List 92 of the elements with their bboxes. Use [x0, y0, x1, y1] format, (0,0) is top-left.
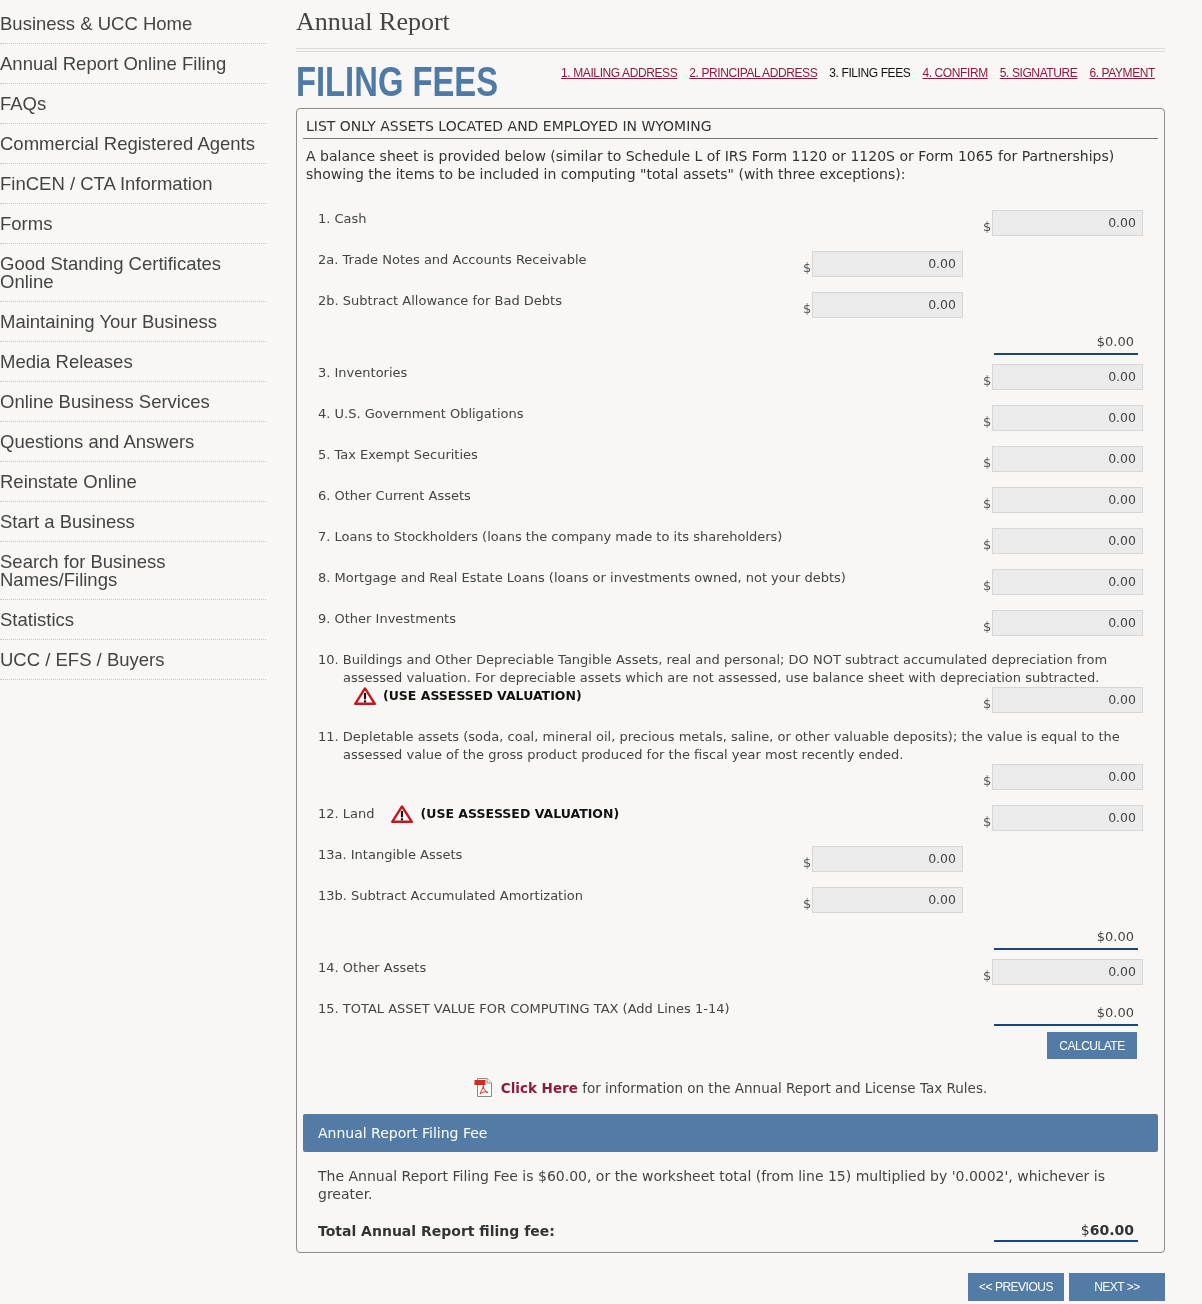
sidebar-link[interactable]: Online Business Services	[0, 382, 266, 422]
amount-field[interactable]: 0.00	[992, 405, 1143, 431]
sidebar-link[interactable]: FAQs	[0, 84, 266, 124]
nav-button[interactable]: << PREVIOUS	[968, 1273, 1064, 1301]
amount-field[interactable]: 0.00	[812, 846, 963, 872]
page-title: Annual Report	[296, 7, 451, 37]
fee-header-bar: Annual Report Filing Fee	[303, 1114, 1158, 1152]
amount-field[interactable]: 0.00	[992, 364, 1143, 390]
line-label: 10. Buildings and Other Depreciable Tangible Assets, real and personal; DO NOT subtract accumulated depreciation from assessed valuation. For depreciable assets which are not assessed, use balance sheet with depreciation subtracted.	[318, 651, 1109, 687]
line-label: 2b. Subtract Allowance for Bad Debts	[318, 292, 562, 310]
amount-field[interactable]: 0.00	[992, 687, 1143, 713]
total-value: $0.00	[994, 1004, 1138, 1026]
line-label: 13a. Intangible Assets	[318, 846, 463, 864]
sidebar-link[interactable]: Annual Report Online Filing	[0, 44, 266, 84]
currency-symbol: $	[983, 495, 992, 513]
amount-field[interactable]: 0.00	[992, 210, 1143, 236]
line-label: 7. Loans to Stockholders (loans the company made to its shareholders)	[318, 528, 783, 546]
line-label: 8. Mortgage and Real Estate Loans (loans or investments owned, not your debts)	[318, 569, 846, 587]
amount-field[interactable]: 0.00	[812, 251, 963, 277]
amount-field[interactable]: 0.00	[992, 959, 1143, 985]
sidebar-link[interactable]: Commercial Registered Agents	[0, 124, 266, 164]
warning-icon	[354, 687, 376, 705]
line-label: 4. U.S. Government Obligations	[318, 405, 524, 423]
step-link[interactable]: 3. FILING FEES	[829, 66, 911, 80]
line-label: 3. Inventories	[318, 364, 409, 382]
warning-text: (USE ASSESSED VALUATION)	[383, 687, 582, 705]
click-here-link[interactable]: Click Here	[500, 1079, 578, 1096]
line-label: 14. Other Assets	[318, 959, 427, 977]
currency-symbol: $	[983, 536, 992, 554]
currency-symbol: $	[983, 413, 992, 431]
intro-text: A balance sheet is provided below (similar to Schedule L of IRS Form 1120 or 1120S or Form 1065 for Partnerships) showing the items to be included in computing "total assets" (with three exceptions):	[306, 147, 1116, 183]
warning-icon	[390, 805, 413, 823]
amount-field[interactable]: 0.00	[992, 569, 1143, 595]
line-label: 12. Land	[318, 805, 375, 823]
currency-symbol: $	[983, 372, 992, 390]
sidebar-link[interactable]: Statistics	[0, 600, 266, 640]
currency-symbol: $	[983, 454, 992, 472]
line-label: 15. TOTAL ASSET VALUE FOR COMPUTING TAX (Add Lines 1-14)	[318, 1000, 730, 1018]
currency-symbol: $	[983, 772, 992, 790]
info-text: Click Here for information on the Annual Report and License Tax Rules.	[500, 1078, 988, 1097]
warning-text: (USE ASSESSED VALUATION)	[420, 805, 620, 823]
line-label: 5. Tax Exempt Securities	[318, 446, 478, 464]
amount-field[interactable]: 0.00	[992, 446, 1143, 472]
sidebar-link[interactable]: Business & UCC Home	[0, 4, 266, 44]
currency-symbol: $	[983, 218, 992, 236]
subtotal-value: $0.00	[994, 928, 1138, 950]
amount-field[interactable]: 0.00	[992, 805, 1143, 831]
currency-symbol: $	[803, 854, 812, 872]
step-link[interactable]: 1. MAILING ADDRESS	[561, 66, 678, 80]
step-link[interactable]: 5. SIGNATURE	[999, 66, 1078, 80]
line-label: 1. Cash	[318, 210, 368, 228]
line-label: 6. Other Current Assets	[318, 487, 471, 505]
amount-field[interactable]: 0.00	[992, 487, 1143, 513]
currency-symbol: $	[983, 618, 992, 636]
total-fee-label: Total Annual Report filing fee:	[318, 1222, 555, 1241]
sidebar-link[interactable]: Good Standing Certificates Online	[0, 244, 266, 302]
line-label: 2a. Trade Notes and Accounts Receivable	[318, 251, 587, 269]
step-link[interactable]: 2. PRINCIPAL ADDRESS	[689, 66, 818, 80]
step-link[interactable]: 4. CONFIRM	[922, 66, 988, 80]
currency-symbol: $	[983, 813, 992, 831]
sidebar-link[interactable]: Forms	[0, 204, 266, 244]
fee-description: The Annual Report Filing Fee is $60.00, or the worksheet total (from line 15) multiplied by '0.0002', whichever is greater.	[318, 1167, 1106, 1203]
subtotal-value: $0.00	[994, 333, 1138, 355]
line-label: 11. Depletable assets (soda, coal, mineral oil, precious metals, saline, or other valuable deposits); the value is equal to the assessed value of the gross product produced for the fiscal year most recently ended.	[318, 728, 1121, 764]
currency-symbol: $	[983, 967, 992, 985]
currency-symbol: $	[983, 695, 992, 713]
currency-symbol: $	[803, 259, 812, 277]
currency-symbol: $	[803, 300, 812, 318]
amount-field[interactable]: 0.00	[992, 528, 1143, 554]
line-label: 13b. Subtract Accumulated Amortization	[318, 887, 583, 905]
calculate-button[interactable]: CALCULATE	[1047, 1032, 1137, 1059]
pdf-document-icon	[473, 1077, 494, 1098]
currency-symbol: $	[983, 577, 992, 595]
amount-field[interactable]: 0.00	[992, 764, 1143, 790]
step-link[interactable]: 6. PAYMENT	[1089, 66, 1155, 80]
sidebar-link[interactable]: Search for Business Names/Filings	[0, 542, 266, 600]
currency-symbol: $	[803, 895, 812, 913]
amount-field[interactable]: 0.00	[812, 887, 963, 913]
sidebar-link[interactable]: Maintaining Your Business	[0, 302, 266, 342]
sidebar-link[interactable]: Questions and Answers	[0, 422, 266, 462]
amount-field[interactable]: 0.00	[812, 292, 963, 318]
line-label: 9. Other Investments	[318, 610, 456, 628]
sidebar-link[interactable]: FinCEN / CTA Information	[0, 164, 266, 204]
nav-button[interactable]: NEXT >>	[1069, 1273, 1165, 1301]
amount-field[interactable]: 0.00	[992, 610, 1143, 636]
sidebar-link[interactable]: Media Releases	[0, 342, 266, 382]
sidebar-link[interactable]: UCC / EFS / Buyers	[0, 640, 266, 680]
section-heading: FILING FEES	[296, 61, 499, 103]
sidebar-link[interactable]: Reinstate Online	[0, 462, 266, 502]
sidebar-link[interactable]: Start a Business	[0, 502, 266, 542]
total-fee-value: $60.00	[994, 1221, 1138, 1242]
worksheet-title: LIST ONLY ASSETS LOCATED AND EMPLOYED IN WYOMING	[303, 109, 1158, 139]
